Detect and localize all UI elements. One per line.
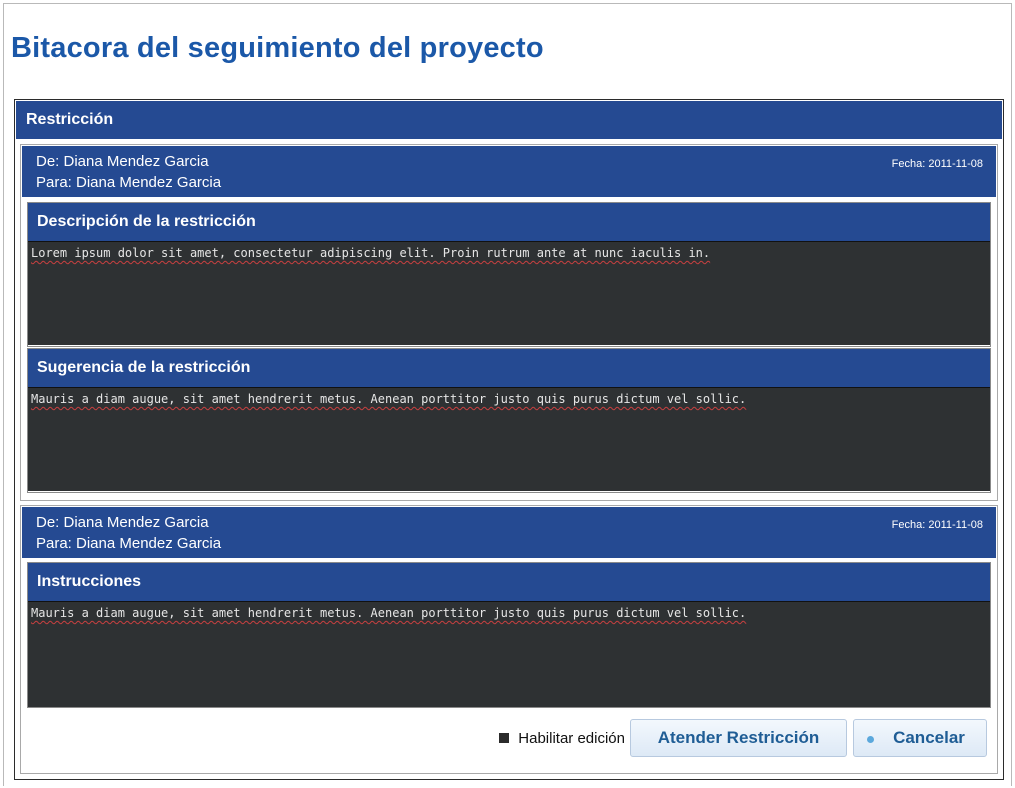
cancel-button[interactable]: Cancelar xyxy=(853,719,987,757)
description-section: Descripción de la restricción Lorem ipsu… xyxy=(27,202,991,347)
restriction-panel-header: Restricción xyxy=(16,101,1002,139)
message-date: Fecha: 2011-11-08 xyxy=(891,158,983,170)
restriction-panel: Restricción De: Diana Mendez Garcia Para… xyxy=(14,99,1004,780)
message-to: Para: Diana Mendez Garcia xyxy=(36,535,222,552)
instructions-section: Instrucciones Mauris a diam augue, sit a… xyxy=(27,562,991,708)
description-section-title: Descripción de la restricción xyxy=(28,203,990,242)
enable-edit-checkbox[interactable]: Habilitar edición xyxy=(499,730,625,747)
suggestion-textarea[interactable]: Mauris a diam augue, sit amet hendrerit … xyxy=(28,388,990,491)
message-date: Fecha: 2011-11-08 xyxy=(891,519,983,531)
instructions-textarea[interactable]: Mauris a diam augue, sit amet hendrerit … xyxy=(28,602,990,707)
suggestion-section: Sugerencia de la restricción Mauris a di… xyxy=(27,348,991,493)
message-card: De: Diana Mendez Garcia Para: Diana Mend… xyxy=(20,505,998,774)
enable-edit-label: Habilitar edición xyxy=(518,729,625,747)
suggestion-section-title: Sugerencia de la restricción xyxy=(28,349,990,388)
message-to: Para: Diana Mendez Garcia xyxy=(36,174,222,191)
description-textarea[interactable]: Lorem ipsum dolor sit amet, consectetur … xyxy=(28,242,990,345)
message-card: De: Diana Mendez Garcia Para: Diana Mend… xyxy=(20,144,998,501)
attend-restriction-button[interactable]: Atender Restricción xyxy=(630,719,847,757)
message-from: De: Diana Mendez Garcia xyxy=(36,153,209,170)
action-bar: Habilitar edición Atender Restricción Ca… xyxy=(499,718,987,758)
message-header: De: Diana Mendez Garcia Para: Diana Mend… xyxy=(22,146,996,197)
cancel-button-label: Cancelar xyxy=(893,728,965,747)
page-title: Bitacora del seguimiento del proyecto xyxy=(11,32,544,64)
dot-icon xyxy=(867,736,874,743)
checkbox-square-icon[interactable] xyxy=(499,733,510,743)
message-header: De: Diana Mendez Garcia Para: Diana Mend… xyxy=(22,507,996,558)
instructions-section-title: Instrucciones xyxy=(28,563,990,602)
message-from: De: Diana Mendez Garcia xyxy=(36,514,209,531)
